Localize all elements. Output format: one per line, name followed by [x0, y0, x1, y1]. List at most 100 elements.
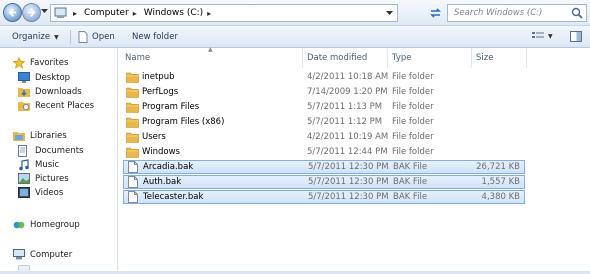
- column-header-name[interactable]: Name: [125, 53, 150, 65]
- address-bar[interactable]: ▸ Computer ▸ Windows (C:) ▸: [50, 4, 398, 22]
- chevron-down-icon: ▼: [54, 33, 59, 41]
- forward-arrow-icon: [27, 8, 36, 17]
- file-row[interactable]: Auth.bak 5/7/2011 12:30 PM BAK File 1,557 K…: [123, 175, 525, 189]
- nav-documents-label: Documents: [35, 145, 84, 156]
- search-icon[interactable]: [571, 7, 583, 19]
- file-name: Program Files (x86): [142, 117, 225, 127]
- videos-icon: [17, 187, 30, 199]
- refresh-button[interactable]: [425, 4, 445, 22]
- navigation-pane: Favorites Desktop Downloads Recent Place…: [0, 48, 118, 274]
- nav-pictures-label: Pictures: [35, 173, 69, 184]
- nav-computer[interactable]: Computer: [12, 248, 72, 261]
- column-header-date-modified[interactable]: Date modified: [307, 53, 367, 65]
- file-name: inetpub: [142, 72, 175, 82]
- file-size: 4,380 KB: [481, 192, 520, 202]
- folder-row[interactable]: inetpub 4/2/2011 10:18 AM File folder: [123, 70, 525, 84]
- file-size: 26,721 KB: [476, 162, 520, 172]
- folder-row[interactable]: Windows 5/7/2011 12:44 PM File folder: [123, 145, 525, 159]
- new-folder-button[interactable]: New folder: [132, 30, 178, 44]
- file-date-modified: 4/2/2011 10:19 AM: [307, 132, 389, 142]
- file-name: Auth.bak: [143, 177, 182, 187]
- file-icon: [126, 191, 140, 203]
- chevron-down-icon: ▼: [548, 32, 553, 40]
- recent-pages-dropdown-icon[interactable]: [41, 9, 48, 14]
- nav-desktop[interactable]: Desktop: [17, 71, 70, 84]
- downloads-icon: [17, 86, 30, 98]
- breadcrumb-separator-icon[interactable]: ▸: [133, 9, 137, 18]
- file-date-modified: 4/2/2011 10:18 AM: [307, 72, 389, 82]
- file-date-modified: 7/14/2009 1:20 PM: [307, 87, 388, 97]
- nav-desktop-label: Desktop: [35, 72, 71, 83]
- document-icon: [78, 31, 88, 43]
- folder-row[interactable]: PerfLogs 7/14/2009 1:20 PM File folder: [123, 85, 525, 99]
- file-row[interactable]: Telecaster.bak 5/7/2011 12:30 PM BAK File 4…: [123, 190, 525, 204]
- file-type: File folder: [392, 117, 434, 127]
- file-type: BAK File: [393, 162, 428, 172]
- file-date-modified: 5/7/2011 1:12 PM: [307, 117, 383, 127]
- nav-recent-places[interactable]: Recent Places: [17, 99, 94, 112]
- nav-homegroup[interactable]: Homegroup: [12, 218, 80, 231]
- details-view-icon: [532, 32, 544, 38]
- file-date-modified: 5/7/2011 1:13 PM: [307, 102, 383, 112]
- breadcrumb-windows-c[interactable]: Windows (C:): [144, 8, 203, 18]
- open-button[interactable]: Open: [78, 30, 115, 44]
- nav-documents[interactable]: Documents: [17, 144, 83, 157]
- folder-icon: [125, 71, 139, 83]
- nav-favorites-label: Favorites: [30, 57, 69, 68]
- desktop-icon: [17, 72, 30, 84]
- computer-location-icon: [53, 6, 69, 20]
- nav-libraries-label: Libraries: [30, 130, 67, 141]
- nav-favorites[interactable]: Favorites: [12, 56, 68, 69]
- folder-row[interactable]: Users 4/2/2011 10:19 AM File folder: [123, 130, 525, 144]
- change-view-button[interactable]: ▼: [532, 31, 553, 41]
- recent-places-icon: [17, 100, 30, 112]
- folder-icon: [125, 86, 139, 98]
- column-divider[interactable]: [526, 48, 527, 68]
- file-date-modified: 5/7/2011 12:44 PM: [307, 147, 388, 157]
- homegroup-icon: [12, 219, 25, 231]
- organize-label: Organize: [12, 32, 51, 42]
- column-header-size[interactable]: Size: [476, 53, 493, 65]
- breadcrumb-computer[interactable]: Computer: [84, 8, 129, 18]
- file-name: Arcadia.bak: [143, 162, 194, 172]
- search-box[interactable]: [447, 4, 587, 22]
- documents-icon: [17, 144, 30, 157]
- file-date-modified: 5/7/2011 12:30 PM: [308, 192, 389, 202]
- organize-button[interactable]: Organize ▼: [12, 30, 59, 44]
- nav-music[interactable]: Music: [17, 158, 59, 171]
- breadcrumb-separator-icon[interactable]: ▸: [73, 9, 77, 18]
- address-row: ▸ Computer ▸ Windows (C:) ▸: [0, 0, 590, 26]
- column-divider[interactable]: [302, 48, 303, 68]
- file-row[interactable]: Arcadia.bak 5/7/2011 12:30 PM BAK File 26,7…: [123, 160, 525, 174]
- folder-row[interactable]: Program Files (x86) 5/7/2011 1:12 PM File …: [123, 115, 525, 129]
- file-name: Telecaster.bak: [143, 192, 204, 202]
- preview-pane-icon[interactable]: [570, 31, 582, 42]
- column-header-type[interactable]: Type: [392, 53, 412, 65]
- toolbar-divider: [70, 30, 71, 44]
- breadcrumb-separator-icon[interactable]: ▸: [207, 9, 211, 18]
- star-icon: [12, 56, 25, 69]
- file-name: Program Files: [142, 102, 200, 112]
- file-date-modified: 5/7/2011 12:30 PM: [308, 177, 389, 187]
- column-divider[interactable]: [471, 48, 472, 68]
- search-input[interactable]: [454, 6, 566, 20]
- file-date-modified: 5/7/2011 12:30 PM: [308, 162, 389, 172]
- nav-pictures[interactable]: Pictures: [17, 172, 69, 185]
- folder-icon: [125, 101, 139, 113]
- back-button[interactable]: [3, 3, 22, 22]
- file-name: PerfLogs: [142, 87, 179, 97]
- folder-row[interactable]: Program Files 5/7/2011 1:13 PM File folder: [123, 100, 525, 114]
- nav-libraries[interactable]: Libraries: [12, 129, 67, 142]
- forward-button[interactable]: [22, 3, 41, 22]
- back-arrow-icon: [8, 8, 17, 17]
- nav-videos[interactable]: Videos: [17, 186, 63, 199]
- file-name: Users: [142, 132, 166, 142]
- column-divider[interactable]: [387, 48, 388, 68]
- address-history-dropdown-icon[interactable]: [386, 10, 393, 16]
- nav-downloads[interactable]: Downloads: [17, 85, 82, 98]
- file-size: 1,557 KB: [481, 177, 520, 187]
- file-type: BAK File: [393, 177, 428, 187]
- computer-icon: [12, 249, 25, 261]
- file-type: BAK File: [393, 192, 428, 202]
- nav-music-label: Music: [35, 159, 60, 170]
